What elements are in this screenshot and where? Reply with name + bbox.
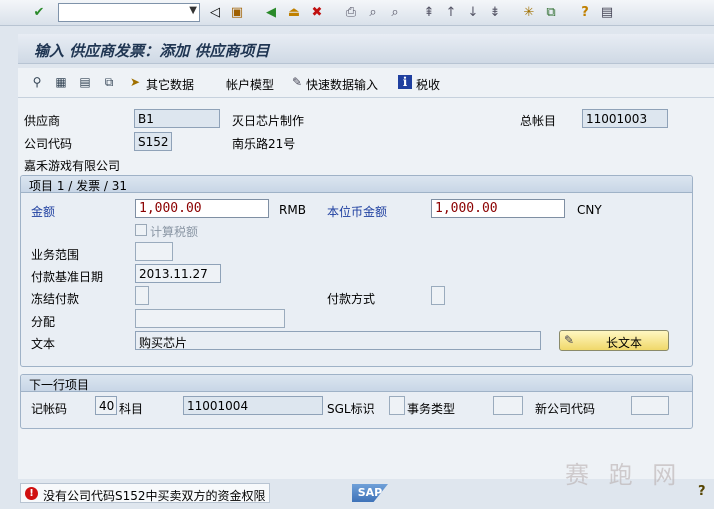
payment-method-label: 付款方式 [327,292,376,306]
application-toolbar: ⚲ ▦ ▤ ⧉ ➤ 其它数据 帐户模型 ✎ 快速数据输入 i 税收 [18,68,714,98]
other-data-icon[interactable]: ➤ [128,75,142,89]
find-next-icon[interactable]: ⌕ [386,3,404,21]
vendor-field[interactable]: B1 [134,109,220,128]
tax-button[interactable]: 税收 [416,76,440,93]
amount-input[interactable]: 1,000.00 [135,199,269,218]
new-company-code-field[interactable] [631,396,669,415]
help-icon[interactable]: ? [576,3,594,21]
sgl-indicator-label: SGL标识 [327,402,375,416]
item-group-title: 项目 1 / 发票 / 31 [29,179,128,193]
save-icon[interactable]: ▣ [228,3,246,21]
next-item-group-header: 下一行项目 [21,375,692,392]
local-amount-label: 本位币金额 [327,205,388,219]
fast-entry-icon[interactable]: ✎ [290,75,304,89]
payment-method-field[interactable] [431,286,445,305]
fast-entry-button[interactable]: 快速数据输入 [306,76,378,93]
new-session-icon[interactable]: ✳ [520,3,538,21]
sgl-indicator-field[interactable] [389,396,405,415]
long-text-button[interactable]: ✎ 长文本 [559,330,669,351]
screen-title-bar: 输入 供应商发票：添加 供应商项目 [18,34,714,64]
last-page-icon[interactable]: ⇟ [486,3,504,21]
account-label: 科目 [119,402,144,416]
gl-account-field[interactable]: 11001003 [582,109,668,128]
page-title: 输入 供应商发票：添加 供应商项目 [34,42,270,60]
gl-account-label: 总帐目 [520,114,557,128]
pencil-icon: ✎ [564,333,575,347]
baseline-date-label: 付款基准日期 [31,270,104,284]
command-field[interactable]: ▼ [58,3,200,22]
other-data-button[interactable]: 其它数据 [146,76,194,93]
item-group-header: 项目 1 / 发票 / 31 [21,176,692,193]
layout-menu-icon[interactable]: ▤ [598,3,616,21]
company-name: 嘉禾游戏有限公司 [24,159,121,173]
watermark: 赛 跑 网 [565,461,683,489]
payment-block-field[interactable] [135,286,149,305]
back-icon[interactable]: ◀ [262,3,280,21]
account-model-button[interactable]: 帐户模型 [226,76,274,93]
chevron-down-icon[interactable]: ▼ [189,5,197,16]
account-field[interactable]: 11001004 [183,396,323,415]
print-icon[interactable]: ⎙ [342,3,360,21]
back-arrow-small-icon[interactable]: ◁ [206,3,224,21]
assignment-field[interactable] [135,309,285,328]
local-amount-input[interactable]: 1,000.00 [431,199,565,218]
error-icon: ! [25,487,38,500]
find-icon[interactable]: ⌕ [364,3,382,21]
system-toolbar: ✔ ▼ ◁ ▣ ◀ ⏏ ✖ ⎙ ⌕ ⌕ ⇞ ↑ ↓ ⇟ ✳ ⧉ ? ▤ [0,0,714,26]
local-currency: CNY [577,203,602,217]
help-question-icon[interactable]: ? [698,484,706,499]
assignment-label: 分配 [31,315,56,329]
company-code-field[interactable]: S152 [134,132,172,151]
transaction-type-field[interactable] [493,396,523,415]
vendor-person-icon[interactable]: ⚲ [30,75,44,89]
copy-icon[interactable]: ⧉ [102,75,116,89]
cancel-icon[interactable]: ✖ [308,3,326,21]
text-label: 文本 [31,337,56,351]
display-document-icon[interactable]: ▤ [78,75,92,89]
baseline-date-field[interactable]: 2013.11.27 [135,264,221,283]
posting-key-field[interactable]: 40 [95,396,117,415]
previous-page-icon[interactable]: ↑ [442,3,460,21]
business-area-label: 业务范围 [31,248,80,262]
next-page-icon[interactable]: ↓ [464,3,482,21]
enter-check-icon[interactable]: ✔ [30,3,48,21]
text-field[interactable]: 购买芯片 [135,331,541,350]
new-company-code-label: 新公司代码 [535,402,596,416]
company-code-label: 公司代码 [24,137,73,151]
posting-key-label: 记帐码 [31,402,68,416]
tax-info-icon[interactable]: i [398,75,412,89]
payment-block-label: 冻结付款 [31,292,80,306]
calculate-tax-label: 计算税额 [150,225,199,239]
business-area-field[interactable] [135,242,173,261]
status-message[interactable]: ! 没有公司代码S152中买卖双方的资金权限 [20,483,270,503]
exit-icon[interactable]: ⏏ [285,3,303,21]
next-item-group-title: 下一行项目 [29,378,90,392]
document-overview-icon[interactable]: ▦ [54,75,68,89]
transaction-type-label: 事务类型 [407,402,456,416]
first-page-icon[interactable]: ⇞ [420,3,438,21]
calculate-tax-checkbox[interactable] [135,224,147,236]
main-area: 供应商 B1 灭日芯片制作 总帐目 11001003 公司代码 S152 南乐路… [18,98,714,479]
long-text-label: 长文本 [606,336,643,350]
next-item-group: 下一行项目 记帐码 40 科目 11001004 SGL标识 事务类型 新公司代… [20,374,693,429]
amount-label: 金额 [31,205,56,219]
shortcut-icon[interactable]: ⧉ [542,3,560,21]
item-group: 项目 1 / 发票 / 31 金额 1,000.00 RMB 本位币金额 1,0… [20,175,693,367]
vendor-address: 南乐路21号 [232,137,296,151]
vendor-label: 供应商 [24,114,61,128]
status-message-text: 没有公司代码S152中买卖双方的资金权限 [43,489,266,503]
vendor-name: 灭日芯片制作 [232,114,305,128]
amount-currency: RMB [279,203,306,217]
sap-logo: SAP [352,484,388,502]
